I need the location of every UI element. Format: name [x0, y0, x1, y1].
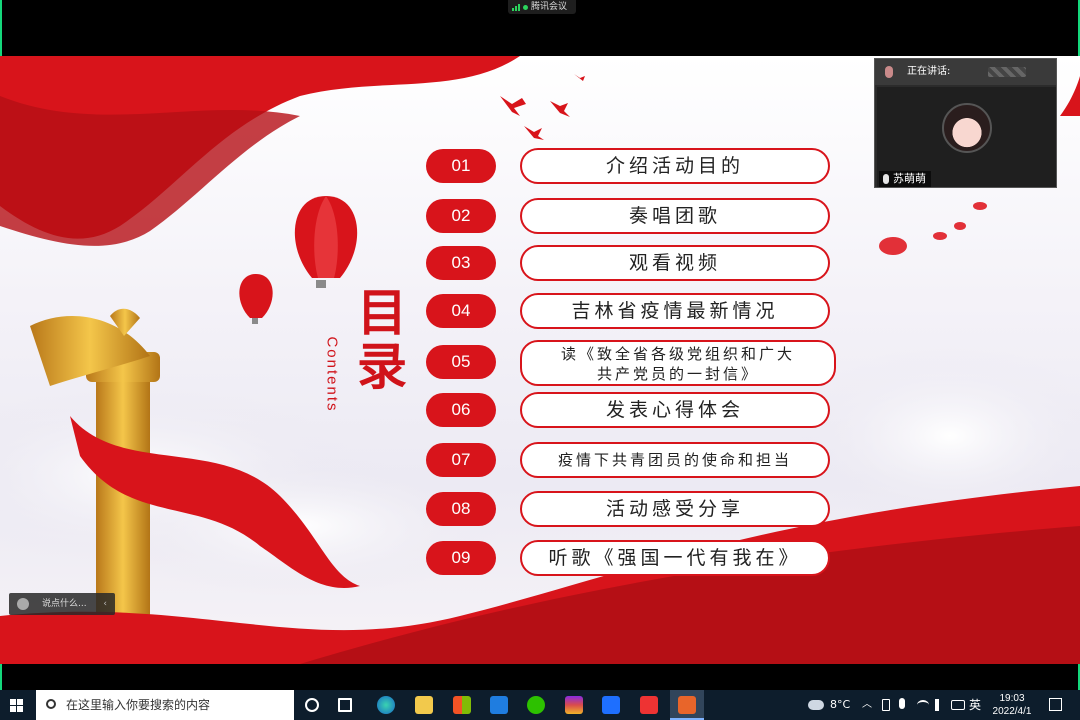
weather-temperature[interactable]: 8°C	[830, 690, 850, 720]
toc-row: 03 观看视频	[426, 245, 836, 281]
toc-number: 03	[426, 246, 496, 280]
signal-icon	[512, 3, 520, 11]
toc-row: 05 读《致全省各级党组织和广大 共产党员的一封信》	[426, 340, 836, 388]
hot-air-balloon-small	[239, 274, 273, 324]
status-dot-icon	[523, 4, 528, 10]
meeting-bottom-bar	[0, 664, 1080, 690]
taskbar-search-input[interactable]: 在这里输入你要搜索的内容	[36, 690, 294, 720]
toc-item-label: 介绍活动目的	[520, 148, 830, 184]
toc-number: 02	[426, 199, 496, 233]
store-icon[interactable]	[453, 696, 471, 714]
toc-row: 06 发表心得体会	[426, 392, 836, 428]
chat-placeholder: 说点什么...	[42, 599, 87, 609]
audio-wave-icon	[988, 67, 1026, 77]
toc-row: 09 听歌《强国一代有我在》	[426, 540, 836, 576]
toc-row: 04 吉林省疫情最新情况	[426, 293, 836, 329]
window-border-left	[0, 0, 2, 56]
toc-item-label: 读《致全省各级党组织和广大 共产党员的一封信》	[520, 340, 836, 386]
toc-number: 08	[426, 492, 496, 526]
winrar-icon[interactable]	[565, 696, 583, 714]
toc-item-label: 吉林省疫情最新情况	[520, 293, 830, 329]
mail-icon[interactable]	[490, 696, 508, 714]
toc-item-label-line: 共产党员的一封信》	[596, 365, 759, 383]
dove-icon	[550, 101, 570, 117]
petal-shape	[933, 232, 947, 240]
tray-expand-icon[interactable]: ︿	[862, 690, 872, 720]
toc-item-label: 活动感受分享	[520, 491, 830, 527]
wps-icon[interactable]	[640, 696, 658, 714]
edge-icon[interactable]	[377, 696, 395, 714]
windows-taskbar: 在这里输入你要搜索的内容 8°C ︿ 英 19:03 2022/4/1	[0, 690, 1080, 720]
microphone-icon	[883, 174, 889, 184]
speaker-name-tag: 苏萌萌	[879, 171, 931, 187]
petal-shape	[879, 237, 907, 255]
taskbar-clock[interactable]: 19:03 2022/4/1	[984, 692, 1040, 718]
windows-start-icon[interactable]	[10, 699, 23, 712]
window-border-left	[0, 664, 2, 690]
dove-icon	[524, 126, 544, 140]
petal-shape	[954, 222, 966, 230]
speaker-panel-header: 正在讲话:	[875, 59, 1056, 85]
usb-device-icon[interactable]	[882, 699, 890, 711]
speaker-name: 苏萌萌	[893, 172, 926, 185]
toc-item-label: 听歌《强国一代有我在》	[520, 540, 830, 576]
dove-icon	[500, 96, 526, 116]
emoji-icon[interactable]	[17, 598, 29, 610]
dove-icon	[574, 74, 585, 81]
search-icon	[46, 699, 56, 709]
toc-number: 05	[426, 345, 496, 379]
meeting-app-title: 腾讯会议	[531, 2, 568, 12]
toc-row: 08 活动感受分享	[426, 491, 836, 527]
red-flag-right	[1060, 76, 1080, 116]
avatar	[942, 103, 992, 153]
chat-input[interactable]: 说点什么... ‹	[9, 593, 115, 615]
toc-item-label-line: 读《致全省各级党组织和广大	[560, 345, 795, 363]
toc-item-label: 发表心得体会	[520, 392, 830, 428]
wechat-icon[interactable]	[527, 696, 545, 714]
task-view-icon[interactable]	[338, 698, 352, 712]
search-placeholder: 在这里输入你要搜索的内容	[66, 698, 211, 712]
clock-date: 2022/4/1	[992, 706, 1032, 717]
microphone-icon	[885, 66, 893, 78]
toc-item-label: 疫情下共青团员的使命和担当	[520, 442, 830, 478]
toc-number: 07	[426, 443, 496, 477]
meeting-top-bar: 腾讯会议	[0, 0, 1080, 56]
meeting-title-tab[interactable]: 腾讯会议	[508, 0, 576, 14]
toc-item-label: 观看视频	[520, 245, 830, 281]
hot-air-balloon-large	[294, 196, 358, 288]
speaker-video[interactable]: 苏萌萌	[877, 87, 1056, 187]
volume-icon[interactable]	[935, 699, 945, 711]
speaker-panel[interactable]: 正在讲话: 苏萌萌	[874, 58, 1057, 188]
wps-presentation-icon[interactable]	[670, 690, 704, 720]
toc-number: 01	[426, 149, 496, 183]
ime-indicator[interactable]: 英	[969, 690, 981, 720]
collapse-chevron-icon[interactable]: ‹	[103, 593, 107, 615]
petal-shape	[973, 202, 987, 210]
toc-row: 01 介绍活动目的	[426, 148, 836, 184]
toc-number: 04	[426, 294, 496, 328]
red-flag-shadow	[0, 96, 300, 246]
toc-row: 02 奏唱团歌	[426, 198, 836, 234]
toc-number: 09	[426, 541, 496, 575]
toc-number: 06	[426, 393, 496, 427]
cortana-icon[interactable]	[305, 698, 319, 712]
file-explorer-icon[interactable]	[415, 696, 433, 714]
toc-item-label: 奏唱团歌	[520, 198, 830, 234]
toc-row: 07 疫情下共青团员的使命和担当	[426, 442, 836, 478]
onedrive-icon[interactable]	[951, 700, 965, 710]
clock-time: 19:03	[999, 693, 1025, 704]
weather-cloud-icon[interactable]	[808, 700, 824, 710]
toc-subtitle: Contents	[323, 336, 341, 413]
notification-icon[interactable]	[1049, 698, 1062, 711]
feishu-icon[interactable]	[602, 696, 620, 714]
speaking-status-label: 正在讲话:	[907, 66, 951, 77]
toc-title: 目录	[357, 284, 407, 396]
network-icon[interactable]	[917, 700, 929, 710]
microphone-icon[interactable]	[899, 698, 905, 709]
